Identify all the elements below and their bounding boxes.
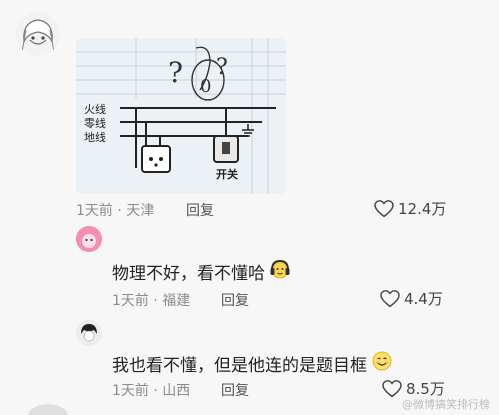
comment-1-meta: 1天前 · 福建 — [112, 290, 190, 310]
comment-2-meta: 1天前 · 山西 — [112, 380, 190, 400]
question-mark-1: ? — [168, 56, 183, 89]
avatar-commenter-2[interactable] — [76, 320, 102, 346]
post-meta: 1天前 · 天津 — [76, 200, 154, 220]
anime-avatar-icon — [16, 12, 60, 56]
circuit-diagram-drawing: ? ? 0 火线 零线 地线 开关 — [76, 38, 286, 194]
post-time: 1天前 — [76, 203, 113, 219]
comment-2-time: 1天前 — [112, 383, 149, 399]
zero-mark: 0 — [200, 76, 211, 97]
heart-outline-icon — [374, 199, 394, 217]
label-ground-wire: 地线 — [84, 130, 106, 144]
post-image-circuit-diagram[interactable]: ? ? 0 火线 零线 地线 开关 — [76, 38, 286, 194]
socket-drawing — [141, 145, 171, 173]
meta-separator: · — [117, 203, 122, 219]
question-mark-2: ? — [216, 55, 228, 80]
heart-outline-icon — [380, 289, 400, 307]
headphone-face-emoji — [269, 258, 291, 285]
post-reply-button[interactable]: 回复 — [186, 200, 214, 220]
comment-1-text-row: 物理不好，看不懂哈 — [112, 258, 291, 285]
comment-2-text: 我也看不懂，但是他连的是题目框 — [112, 356, 367, 376]
comment-1-time: 1天前 — [112, 293, 149, 309]
label-switch: 开关 — [216, 167, 238, 181]
avatar-next-commenter[interactable] — [28, 404, 68, 415]
comment-1-reply-button[interactable]: 回复 — [221, 290, 249, 310]
comment-2-location: 山西 — [162, 383, 191, 399]
comment-1-like-count: 4.4万 — [404, 290, 443, 308]
post-like-button[interactable]: 12.4万 — [374, 198, 446, 219]
label-live-wire: 火线 — [84, 102, 106, 116]
comment-1-location: 福建 — [162, 293, 191, 309]
dark-hair-avatar-icon — [76, 320, 102, 346]
smiling-face-emoji — [371, 350, 393, 377]
comment-1-text: 物理不好，看不懂哈 — [112, 264, 265, 284]
pink-avatar-icon — [76, 226, 102, 252]
meta-separator: · — [153, 383, 158, 399]
comment-2-reply-button[interactable]: 回复 — [221, 380, 249, 400]
watermark: @微博搞笑排行榜 — [402, 398, 490, 411]
label-neutral-wire: 零线 — [84, 116, 106, 130]
heart-outline-icon — [382, 379, 402, 397]
comment-1-like-button[interactable]: 4.4万 — [380, 288, 443, 309]
meta-separator: · — [153, 293, 158, 309]
comment-2-text-row: 我也看不懂，但是他连的是题目框 — [112, 350, 393, 377]
post-location: 天津 — [126, 203, 155, 219]
avatar-poster[interactable] — [16, 12, 60, 56]
avatar-commenter-1[interactable] — [76, 226, 102, 252]
post-like-count: 12.4万 — [398, 200, 447, 218]
